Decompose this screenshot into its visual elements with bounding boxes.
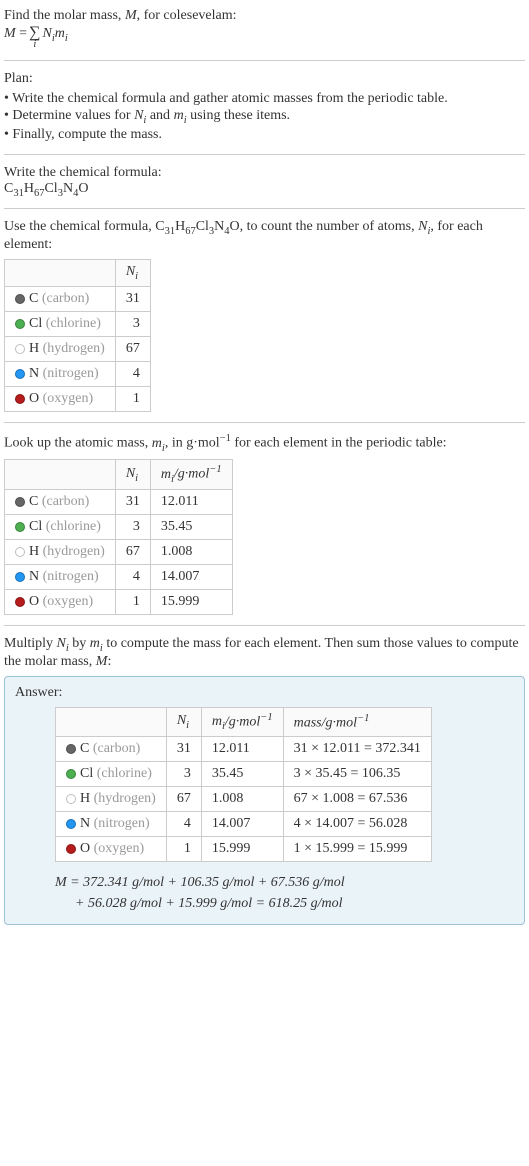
- answer-box: Answer: Ni mi/g·mol−1 mass/g·mol−1 C (ca…: [4, 676, 525, 925]
- table-row: H (hydrogen)671.00867 × 1.008 = 67.536: [56, 787, 432, 812]
- intro-line: Find the molar mass, M, for colesevelam:: [4, 8, 525, 24]
- table-row: N (nitrogen)4: [5, 362, 151, 387]
- plan-title: Plan:: [4, 71, 525, 87]
- table-row: C (carbon)3112.01131 × 12.011 = 372.341: [56, 737, 432, 762]
- col-element: [5, 260, 116, 287]
- col-n: Ni: [115, 260, 150, 287]
- count-section: Use the chemical formula, C31H67Cl3N4O, …: [4, 215, 525, 416]
- multiply-section: Multiply Ni by mi to compute the mass fo…: [4, 632, 525, 929]
- count-intro: Use the chemical formula, C31H67Cl3N4O, …: [4, 219, 525, 253]
- dot-icon: [15, 344, 25, 354]
- col-m: mi/g·mol−1: [150, 460, 232, 489]
- dot-icon: [15, 294, 25, 304]
- table-row: Cl (chlorine)335.45: [5, 514, 233, 539]
- plan-item: • Determine values for Ni and mi using t…: [4, 108, 525, 126]
- col-n: Ni: [166, 707, 201, 736]
- table-row: Cl (chlorine)3: [5, 312, 151, 337]
- formula-section: Write the chemical formula: C31H67Cl3N4O: [4, 161, 525, 203]
- table-row: H (hydrogen)671.008: [5, 539, 233, 564]
- dot-icon: [15, 522, 25, 532]
- table-row: C (carbon)31: [5, 287, 151, 312]
- dot-icon: [15, 597, 25, 607]
- answer-table: Ni mi/g·mol−1 mass/g·mol−1 C (carbon)311…: [55, 707, 432, 862]
- plan-item: • Finally, compute the mass.: [4, 127, 525, 143]
- intro-equation: M = ∑i Nimi: [4, 26, 525, 50]
- table-row: O (oxygen)115.9991 × 15.999 = 15.999: [56, 837, 432, 862]
- plan-section: Plan: • Write the chemical formula and g…: [4, 67, 525, 148]
- plan-list: • Write the chemical formula and gather …: [4, 91, 525, 143]
- chemical-formula: C31H67Cl3N4O: [4, 181, 525, 199]
- table-row: C (carbon)3112.011: [5, 489, 233, 514]
- dot-icon: [66, 769, 76, 779]
- table-row: Cl (chlorine)335.453 × 35.45 = 106.35: [56, 762, 432, 787]
- table-row: O (oxygen)115.999: [5, 589, 233, 614]
- lookup-table: Ni mi/g·mol−1 C (carbon)3112.011 Cl (chl…: [4, 459, 233, 614]
- dot-icon: [15, 547, 25, 557]
- lookup-intro: Look up the atomic mass, mi, in g·mol−1 …: [4, 433, 525, 453]
- table-row: O (oxygen)1: [5, 387, 151, 412]
- dot-icon: [15, 394, 25, 404]
- col-mass: mass/g·mol−1: [283, 707, 431, 736]
- table-row: H (hydrogen)67: [5, 337, 151, 362]
- dot-icon: [15, 572, 25, 582]
- dot-icon: [66, 844, 76, 854]
- table-row: N (nitrogen)414.0074 × 14.007 = 56.028: [56, 812, 432, 837]
- dot-icon: [66, 794, 76, 804]
- col-m: mi/g·mol−1: [201, 707, 283, 736]
- count-table: Ni C (carbon)31 Cl (chlorine)3 H (hydrog…: [4, 259, 151, 412]
- formula-title: Write the chemical formula:: [4, 165, 525, 181]
- dot-icon: [15, 319, 25, 329]
- multiply-intro: Multiply Ni by mi to compute the mass fo…: [4, 636, 525, 670]
- lookup-section: Look up the atomic mass, mi, in g·mol−1 …: [4, 429, 525, 619]
- col-n: Ni: [115, 460, 150, 489]
- table-row: N (nitrogen)414.007: [5, 564, 233, 589]
- answer-label: Answer:: [15, 685, 514, 701]
- dot-icon: [15, 497, 25, 507]
- plan-item: • Write the chemical formula and gather …: [4, 91, 525, 107]
- intro-section: Find the molar mass, M, for colesevelam:…: [4, 4, 525, 54]
- final-equation: M = 372.341 g/mol + 106.35 g/mol + 67.53…: [55, 872, 514, 914]
- dot-icon: [66, 744, 76, 754]
- dot-icon: [15, 369, 25, 379]
- dot-icon: [66, 819, 76, 829]
